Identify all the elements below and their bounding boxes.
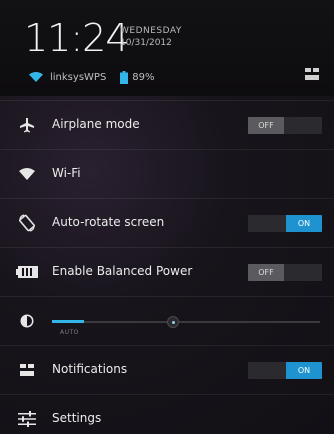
settings-sliders-icon bbox=[16, 409, 38, 429]
date: 10/31/2012 bbox=[120, 38, 172, 48]
rotate-icon bbox=[16, 213, 38, 233]
wifi-icon bbox=[16, 164, 38, 184]
status-row: linksysWPS 89% bbox=[28, 68, 155, 86]
brightness-row[interactable]: AUTO bbox=[0, 296, 334, 345]
status-header: 11:24 WEDNESDAY 10/31/2012 linksysWPS 89… bbox=[0, 0, 334, 96]
airplane-mode-toggle-state: OFF bbox=[248, 117, 284, 134]
balanced-power-toggle-state: OFF bbox=[248, 264, 284, 281]
battery-icon bbox=[16, 262, 38, 282]
notifications-row[interactable]: Notifications ON bbox=[0, 345, 334, 394]
brightness-icon bbox=[16, 311, 38, 331]
settings-label: Settings bbox=[52, 411, 102, 425]
balanced-power-toggle[interactable]: OFF bbox=[248, 264, 322, 281]
weekday: WEDNESDAY bbox=[120, 26, 182, 36]
auto-rotate-toggle-state: ON bbox=[286, 215, 322, 232]
wifi-network-name: linksysWPS bbox=[50, 71, 107, 83]
wifi-row[interactable]: Wi-Fi bbox=[0, 149, 334, 198]
clock: 11:24 bbox=[24, 16, 130, 60]
notifications-toggle[interactable]: ON bbox=[248, 362, 322, 379]
wifi-label: Wi-Fi bbox=[52, 166, 81, 180]
brightness-auto-label[interactable]: AUTO bbox=[60, 329, 79, 336]
airplane-mode-row[interactable]: Airplane mode OFF bbox=[0, 100, 334, 149]
battery-percent: 89% bbox=[132, 71, 155, 83]
auto-rotate-row[interactable]: Auto-rotate screen ON bbox=[0, 198, 334, 247]
quick-settings-panel: 11:24 WEDNESDAY 10/31/2012 linksysWPS 89… bbox=[0, 0, 334, 434]
notifications-label: Notifications bbox=[52, 362, 128, 376]
brightness-slider-track[interactable] bbox=[52, 321, 320, 323]
battery-status-icon bbox=[120, 70, 129, 84]
balanced-power-row[interactable]: Enable Balanced Power OFF bbox=[0, 247, 334, 296]
settings-row[interactable]: Settings bbox=[0, 394, 334, 434]
brightness-slider-fill bbox=[52, 320, 84, 323]
airplane-mode-label: Airplane mode bbox=[52, 117, 140, 131]
wifi-status-icon bbox=[29, 72, 43, 82]
brightness-slider-thumb[interactable] bbox=[167, 316, 179, 328]
notifications-toggle-state: ON bbox=[286, 362, 322, 379]
balanced-power-label: Enable Balanced Power bbox=[52, 264, 193, 278]
airplane-icon bbox=[16, 115, 38, 135]
auto-rotate-label: Auto-rotate screen bbox=[52, 215, 165, 229]
airplane-mode-toggle[interactable]: OFF bbox=[248, 117, 322, 134]
auto-rotate-toggle[interactable]: ON bbox=[248, 215, 322, 232]
switch-to-notifications-icon[interactable] bbox=[304, 66, 320, 82]
notifications-icon bbox=[16, 360, 38, 380]
